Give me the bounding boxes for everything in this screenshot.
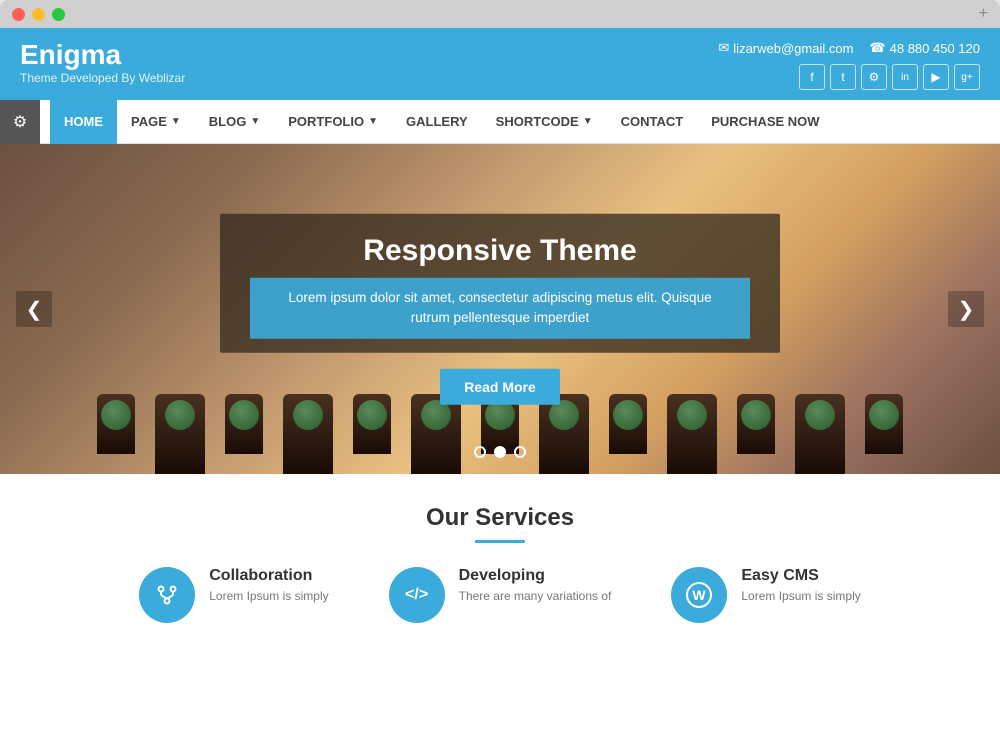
knob-8: [539, 394, 589, 474]
hero-title: Responsive Theme: [250, 234, 750, 268]
googleplus-icon[interactable]: g+: [954, 64, 980, 90]
nav-items: HOME PAGE ▼ BLOG ▼ PORTFOLIO ▼ GALLERY S…: [40, 100, 844, 143]
slider-dot-1[interactable]: [474, 446, 486, 458]
knob-13: [865, 394, 903, 454]
nav-item-portfolio[interactable]: PORTFOLIO ▼: [274, 100, 392, 144]
svg-text:W: W: [693, 587, 707, 603]
page-arrow: ▼: [171, 116, 181, 127]
services-section: Our Services Collaboration Lor: [0, 474, 1000, 643]
email-icon: ✉: [718, 40, 729, 56]
nav-item-home[interactable]: HOME: [50, 100, 117, 144]
navbar: ⚙ HOME PAGE ▼ BLOG ▼ PORTFOLIO ▼ GALLERY…: [0, 100, 1000, 144]
window-chrome: +: [0, 0, 1000, 28]
knob-6: [411, 394, 461, 474]
collaboration-icon: [139, 567, 195, 623]
site-wrapper: Enigma Theme Developed By Weblizar ✉ liz…: [0, 28, 1000, 738]
phone-info: ☎ 48 880 450 120: [869, 40, 980, 56]
settings-social-icon[interactable]: ⚙: [861, 64, 887, 90]
developing-icon: </>: [389, 567, 445, 623]
maximize-button[interactable]: [52, 8, 65, 21]
slider-next-button[interactable]: ❯: [948, 291, 984, 327]
site-branding: Enigma Theme Developed By Weblizar: [20, 40, 185, 85]
phone-icon: ☎: [869, 40, 885, 56]
hero-subtitle: Lorem ipsum dolor sit amet, consectetur …: [270, 288, 730, 329]
slider-dot-2[interactable]: [494, 446, 506, 458]
collaboration-desc: Lorem Ipsum is simply: [209, 589, 328, 603]
nav-item-gallery[interactable]: GALLERY: [392, 100, 482, 144]
close-button[interactable]: [12, 8, 25, 21]
contact-info: ✉ lizarweb@gmail.com ☎ 48 880 450 120: [718, 40, 980, 56]
read-more-button[interactable]: Read More: [440, 368, 560, 404]
next-icon: ❯: [958, 297, 975, 322]
knob-decorations: [0, 394, 1000, 474]
window-expand-icon: +: [979, 5, 988, 23]
linkedin-icon[interactable]: in: [892, 64, 918, 90]
services-title: Our Services: [40, 504, 960, 532]
knob-12: [795, 394, 845, 474]
developing-desc: There are many variations of: [459, 589, 612, 603]
nav-item-purchase[interactable]: PURCHASE NOW: [697, 100, 833, 144]
site-tagline: Theme Developed By Weblizar: [20, 71, 185, 85]
knob-4: [283, 394, 333, 474]
knob-2: [155, 394, 205, 474]
knob-10: [667, 394, 717, 474]
header-right: ✉ lizarweb@gmail.com ☎ 48 880 450 120 f …: [718, 40, 980, 90]
slider-dot-3[interactable]: [514, 446, 526, 458]
collaboration-content: Collaboration Lorem Ipsum is simply: [209, 567, 328, 603]
prev-icon: ❮: [26, 297, 43, 322]
nav-item-shortcode[interactable]: SHORTCODE ▼: [482, 100, 607, 144]
collaboration-title: Collaboration: [209, 567, 328, 585]
nav-item-contact[interactable]: CONTACT: [607, 100, 698, 144]
social-icons: f t ⚙ in ▶ g+: [718, 64, 980, 90]
code-symbol: </>: [405, 586, 428, 604]
bottom-area: [0, 643, 1000, 693]
blog-arrow: ▼: [250, 116, 260, 127]
service-collaboration: Collaboration Lorem Ipsum is simply: [139, 567, 328, 623]
twitter-icon[interactable]: t: [830, 64, 856, 90]
knob-1: [97, 394, 135, 454]
site-header: Enigma Theme Developed By Weblizar ✉ liz…: [0, 28, 1000, 100]
hero-title-box: Responsive Theme Lorem ipsum dolor sit a…: [220, 214, 780, 353]
cms-content: Easy CMS Lorem Ipsum is simply: [741, 567, 860, 603]
slider-prev-button[interactable]: ❮: [16, 291, 52, 327]
service-developing: </> Developing There are many variations…: [389, 567, 612, 623]
email-info: ✉ lizarweb@gmail.com: [718, 40, 853, 56]
cms-desc: Lorem Ipsum is simply: [741, 589, 860, 603]
developing-title: Developing: [459, 567, 612, 585]
gear-icon: ⚙: [13, 112, 27, 132]
slider-dots: [474, 446, 526, 458]
nav-item-page[interactable]: PAGE ▼: [117, 100, 195, 144]
settings-button[interactable]: ⚙: [0, 100, 40, 144]
nav-item-blog[interactable]: BLOG ▼: [195, 100, 274, 144]
service-cms: W Easy CMS Lorem Ipsum is simply: [671, 567, 860, 623]
section-divider: [475, 540, 525, 543]
site-title: Enigma: [20, 40, 185, 71]
services-grid: Collaboration Lorem Ipsum is simply </> …: [40, 567, 960, 623]
hero-slider: Responsive Theme Lorem ipsum dolor sit a…: [0, 144, 1000, 474]
portfolio-arrow: ▼: [368, 116, 378, 127]
developing-content: Developing There are many variations of: [459, 567, 612, 603]
facebook-icon[interactable]: f: [799, 64, 825, 90]
hero-subtitle-box: Lorem ipsum dolor sit amet, consectetur …: [250, 278, 750, 339]
minimize-button[interactable]: [32, 8, 45, 21]
cms-title: Easy CMS: [741, 567, 860, 585]
youtube-icon[interactable]: ▶: [923, 64, 949, 90]
cms-icon: W: [671, 567, 727, 623]
hero-overlay: Responsive Theme Lorem ipsum dolor sit a…: [220, 214, 780, 405]
shortcode-arrow: ▼: [583, 116, 593, 127]
